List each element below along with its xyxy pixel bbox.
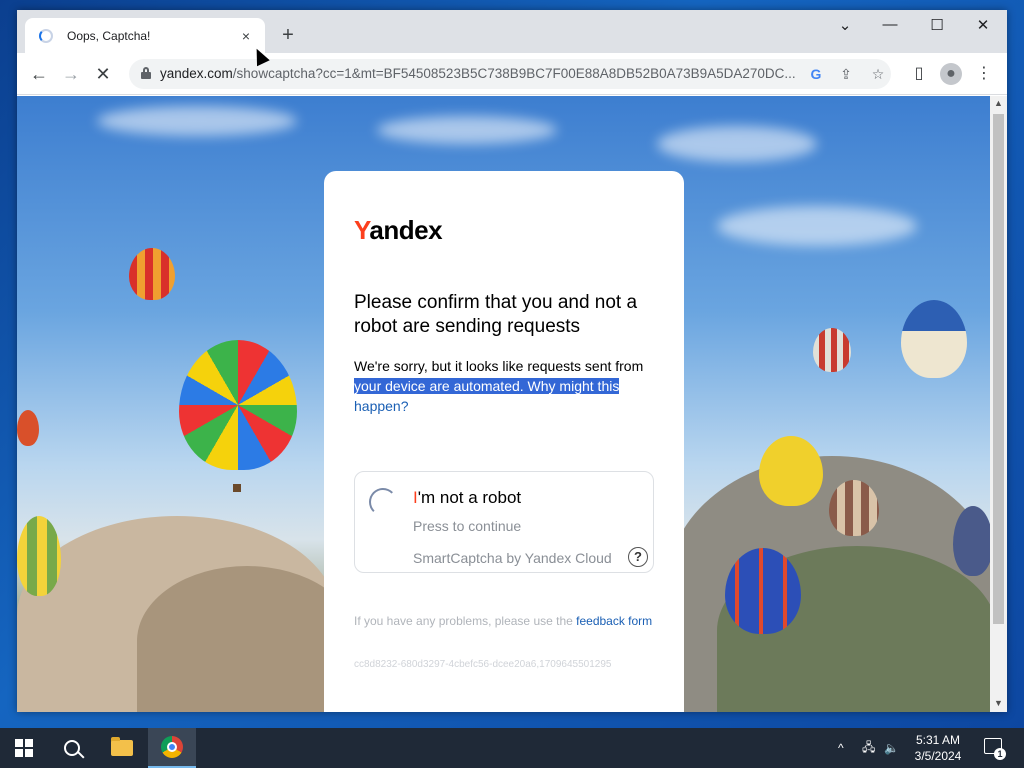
share-icon[interactable]: ⇪ bbox=[837, 65, 855, 83]
volume-icon[interactable]: 🔈 bbox=[884, 728, 899, 768]
lock-icon[interactable] bbox=[141, 67, 151, 79]
captcha-brand: SmartCaptcha by Yandex Cloud bbox=[413, 550, 612, 566]
taskbar: ^ 🖧 🔈 5:31 AM 3/5/2024 1 bbox=[0, 728, 1024, 768]
profile-icon[interactable]: ● bbox=[940, 63, 962, 85]
request-id: cc8d8232-680d3297-4cbefc56-dcee20a6,1709… bbox=[354, 659, 612, 670]
chrome-icon bbox=[161, 736, 183, 758]
maximize-button[interactable]: ☐ bbox=[922, 16, 952, 34]
stop-button[interactable]: ✕ bbox=[91, 62, 115, 86]
start-button[interactable] bbox=[0, 728, 48, 768]
logo-y: Y bbox=[354, 215, 370, 245]
selected-text: your device are automated. bbox=[354, 378, 524, 394]
notification-count: 1 bbox=[994, 748, 1006, 760]
tab-title: Oops, Captcha! bbox=[67, 28, 151, 43]
yandex-logo: Yandex bbox=[354, 215, 443, 246]
why-link-selected[interactable]: Why might this bbox=[523, 378, 620, 394]
bookmark-star-icon[interactable]: ☆ bbox=[869, 65, 887, 83]
tab-captcha[interactable]: Oops, Captcha! × bbox=[25, 18, 265, 53]
description-text: We're sorry, but it looks like requests … bbox=[354, 358, 644, 374]
windows-icon bbox=[15, 739, 33, 757]
help-icon[interactable]: ? bbox=[628, 547, 648, 567]
url-host: yandex.com bbox=[160, 66, 233, 81]
description: We're sorry, but it looks like requests … bbox=[354, 356, 664, 416]
captcha-subtitle: Press to continue bbox=[413, 518, 522, 534]
captcha-spinner-icon bbox=[369, 488, 397, 516]
forward-button[interactable]: → bbox=[59, 62, 83, 86]
smartcaptcha-checkbox[interactable]: I'm not a robot Press to continue SmartC… bbox=[354, 471, 654, 573]
menu-icon[interactable]: ⋮ bbox=[973, 63, 995, 85]
minimize-button[interactable]: — bbox=[875, 16, 905, 33]
new-tab-button[interactable]: + bbox=[277, 24, 299, 46]
scroll-thumb[interactable] bbox=[993, 114, 1004, 624]
scroll-down-arrow-icon[interactable]: ▼ bbox=[994, 698, 1003, 708]
clock-time: 5:31 AM bbox=[915, 733, 961, 747]
url-path: /showcaptcha?cc=1&mt=BF54508523B5C738B9B… bbox=[232, 66, 796, 81]
search-icon bbox=[64, 740, 80, 756]
scroll-up-arrow-icon[interactable]: ▲ bbox=[994, 98, 1003, 108]
captcha-card: Yandex Please confirm that you and not a… bbox=[324, 171, 684, 712]
network-icon[interactable]: 🖧 bbox=[862, 728, 875, 768]
vertical-scrollbar[interactable]: ▲ ▼ bbox=[990, 96, 1007, 712]
tab-close-icon[interactable]: × bbox=[237, 28, 255, 44]
side-panel-icon[interactable]: ▯ bbox=[908, 63, 930, 85]
url-text[interactable]: yandex.com/showcaptcha?cc=1&mt=BF5450852… bbox=[160, 66, 800, 81]
page-heading: Please confirm that you and not a robot … bbox=[354, 292, 638, 337]
folder-icon bbox=[111, 737, 133, 756]
clock-date: 3/5/2024 bbox=[914, 749, 962, 763]
back-button[interactable]: ← bbox=[27, 62, 51, 86]
address-bar[interactable]: yandex.com/showcaptcha?cc=1&mt=BF5450852… bbox=[129, 59, 891, 89]
browser-toolbar: ← → ✕ yandex.com/showcaptcha?cc=1&mt=BF5… bbox=[17, 53, 1007, 95]
clock[interactable]: 5:31 AM 3/5/2024 bbox=[900, 732, 976, 764]
tab-search-button[interactable]: ⌄ bbox=[830, 16, 860, 34]
close-window-button[interactable]: ✕ bbox=[968, 16, 998, 34]
loading-spinner-icon bbox=[39, 28, 53, 43]
google-lens-icon[interactable]: G bbox=[807, 65, 825, 83]
feedback-form-link[interactable]: feedback form bbox=[576, 614, 652, 628]
search-button[interactable] bbox=[48, 728, 96, 768]
logo-rest: andex bbox=[369, 215, 443, 245]
tab-strip: Oops, Captcha! × + ⌄ — ☐ ✕ bbox=[17, 10, 1007, 53]
captcha-title-rest: 'm not a robot bbox=[417, 488, 522, 507]
footer-note: If you have any problems, please use the… bbox=[354, 613, 654, 629]
page-background: Yandex Please confirm that you and not a… bbox=[17, 96, 990, 712]
file-explorer-button[interactable] bbox=[98, 728, 146, 768]
tray-chevron[interactable]: ^ bbox=[838, 728, 844, 768]
browser-window: Oops, Captcha! × + ⌄ — ☐ ✕ ← → ✕ yandex.… bbox=[17, 10, 1007, 712]
why-link[interactable]: happen? bbox=[354, 398, 409, 414]
footer-text: If you have any problems, please use the bbox=[354, 614, 577, 628]
captcha-title: I'm not a robot bbox=[413, 488, 521, 508]
chrome-taskbar-button[interactable] bbox=[148, 728, 196, 768]
